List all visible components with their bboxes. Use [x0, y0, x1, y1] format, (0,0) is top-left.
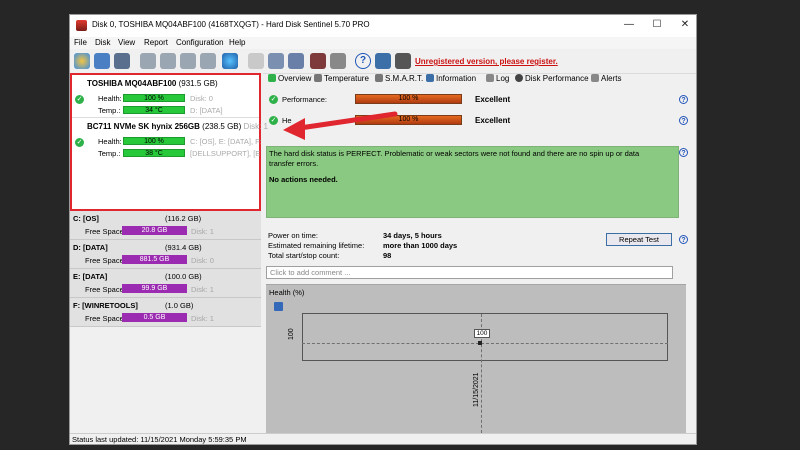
red-arrow-annotation [283, 111, 398, 140]
